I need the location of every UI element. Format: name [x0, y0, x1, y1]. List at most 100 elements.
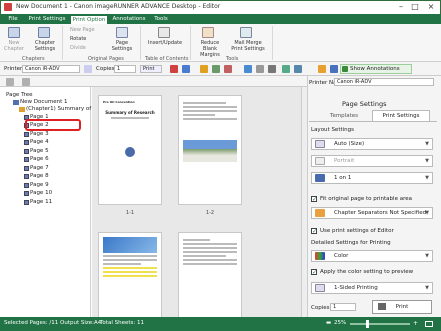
thumbnail-view-icon[interactable]: [22, 78, 30, 86]
select-icon[interactable]: [244, 65, 252, 73]
stamp-icon[interactable]: [330, 65, 338, 73]
chevron-down-icon: ▼: [425, 210, 429, 216]
pane-toolbar: [0, 76, 307, 87]
status-selected-pages: Selected Pages: /11: [4, 320, 59, 326]
tree-chapter[interactable]: (Chapter1) Summary of: [18, 106, 91, 113]
tab-file[interactable]: File: [2, 15, 24, 24]
rotate-button[interactable]: Rotate: [70, 36, 86, 42]
text-line: [183, 106, 237, 108]
tree-page-10[interactable]: Page 10: [30, 190, 52, 197]
zoom-slider[interactable]: [350, 323, 410, 325]
tree-view-icon[interactable]: [6, 78, 14, 86]
reduce-margins-icon: [202, 27, 214, 38]
tree-page-11[interactable]: Page 11: [30, 199, 52, 206]
printer-settings-icon[interactable]: [84, 65, 92, 73]
sided-printing-label: 1-Sided Printing: [334, 285, 378, 291]
zoom-slider-thumb[interactable]: [366, 320, 369, 328]
new-page-button[interactable]: New Page: [70, 27, 95, 33]
close-icon[interactable]: ×: [424, 2, 438, 12]
logo-icon: [125, 147, 135, 157]
chapter-settings-button[interactable]: Chapter Settings: [32, 40, 58, 52]
text-line: [183, 251, 237, 253]
document-icon: [13, 100, 19, 105]
maximize-icon[interactable]: □: [408, 2, 422, 12]
show-annotations-toggle[interactable]: Show Annotations: [340, 64, 412, 74]
tab-divider: [309, 121, 437, 122]
tree-page-5[interactable]: Page 5: [30, 148, 49, 155]
fit-window-icon[interactable]: [425, 321, 433, 327]
print-toolbar-button[interactable]: Print: [140, 65, 162, 73]
ribbon-divider: [140, 26, 141, 60]
color-select[interactable]: Color ▼: [311, 250, 433, 262]
page-settings-header: Page Settings: [342, 100, 387, 108]
tree-page-7[interactable]: Page 7: [30, 165, 49, 172]
cut-icon[interactable]: [200, 65, 208, 73]
layout-settings-label: Layout Settings: [311, 127, 355, 133]
divide-button[interactable]: Divide: [70, 45, 86, 51]
hand-icon[interactable]: [268, 65, 276, 73]
chevron-down-icon: ▼: [425, 285, 429, 291]
tree-page-8[interactable]: Page 8: [30, 173, 49, 180]
mail-merge-icon: [240, 27, 252, 38]
chevron-down-icon: ▼: [425, 253, 429, 259]
tree-root[interactable]: New Document 1: [12, 99, 68, 106]
tree-page-label: Page 3: [30, 131, 49, 137]
fit-original-checkbox[interactable]: ✓: [311, 196, 317, 203]
printer-name-select[interactable]: Canon iR-ADV: [334, 78, 434, 86]
orientation-select[interactable]: Portrait ▼: [311, 155, 433, 167]
tab-tools[interactable]: Tools: [150, 15, 172, 24]
new-chapter-button[interactable]: New Chapter: [4, 40, 24, 52]
mail-merge-button[interactable]: Mail Merge Print Settings: [230, 40, 266, 52]
tree-page-4[interactable]: Page 4: [30, 139, 49, 146]
tree-page-9[interactable]: Page 9: [30, 182, 49, 189]
copy-icon[interactable]: [212, 65, 220, 73]
page-settings-button[interactable]: Page Settings: [110, 40, 134, 52]
copies-panel-input[interactable]: 1: [330, 303, 356, 311]
zoom-plus-icon[interactable]: +: [413, 320, 418, 327]
tab-templates[interactable]: Templates: [318, 111, 370, 121]
copies-input[interactable]: 1: [114, 65, 136, 73]
page-thumbnail-3[interactable]: [98, 232, 162, 322]
reduce-margins-button[interactable]: Reduce Blank Margins: [194, 40, 226, 58]
fit-width-icon[interactable]: [294, 65, 302, 73]
tab-print-settings[interactable]: Print Settings: [26, 15, 68, 24]
page-thumbnail-4[interactable]: [178, 232, 242, 322]
ribbon-divider: [272, 26, 273, 60]
sided-printing-select[interactable]: 1-Sided Printing ▼: [311, 282, 433, 294]
zoom-minus-icon[interactable]: ▬: [326, 320, 331, 326]
page-thumbnail-1[interactable]: Pre Oil Convention Summary of Research: [98, 95, 162, 205]
pages-per-sheet-select[interactable]: 1 on 1 ▼: [311, 172, 433, 184]
annotation-icon[interactable]: [318, 65, 326, 73]
tab-print-settings-panel[interactable]: Print Settings: [372, 110, 430, 121]
coastal-photo: [183, 140, 237, 162]
insert-update-button[interactable]: Insert/Update: [148, 40, 182, 46]
minimize-icon[interactable]: –: [394, 2, 408, 12]
status-output-size: Output Size:A4: [60, 320, 102, 326]
page-settings-icon: [116, 27, 128, 38]
redo-icon[interactable]: [182, 65, 190, 73]
page-thumbnail-2[interactable]: [178, 95, 242, 205]
tree-page-6[interactable]: Page 6: [30, 156, 49, 163]
selection-highlight: [25, 119, 81, 131]
chapter-separators-select[interactable]: Chapter Separators Not Specified ▼: [311, 207, 433, 219]
text-line: [183, 259, 237, 261]
chevron-down-icon: ▼: [425, 158, 429, 164]
fit-original-label: Fit original page to printable area: [320, 196, 412, 202]
use-print-settings-label: Use print settings of Editor: [320, 228, 394, 234]
tree-page-label: Page 5: [30, 148, 49, 154]
apply-color-checkbox[interactable]: ✓: [311, 269, 317, 276]
undo-icon[interactable]: [170, 65, 178, 73]
tab-annotations[interactable]: Annotations: [110, 15, 148, 24]
use-print-settings-checkbox[interactable]: ✓: [311, 228, 317, 235]
zoom-icon[interactable]: [256, 65, 264, 73]
tree-page-3[interactable]: Page 3: [30, 131, 49, 138]
paste-icon[interactable]: [224, 65, 232, 73]
tab-print-option[interactable]: Print Option: [70, 15, 108, 24]
table-graphic: [103, 267, 157, 279]
window-title: New Document 1 - Canon imageRUNNER ADVAN…: [16, 3, 221, 10]
new-chapter-icon: [8, 27, 20, 38]
page-label-1-2: 1-2: [205, 210, 215, 216]
fit-page-icon[interactable]: [282, 65, 290, 73]
printer-select[interactable]: Canon iR-ADV: [22, 65, 80, 73]
paper-size-select[interactable]: Auto (Size) ▼: [311, 138, 433, 150]
